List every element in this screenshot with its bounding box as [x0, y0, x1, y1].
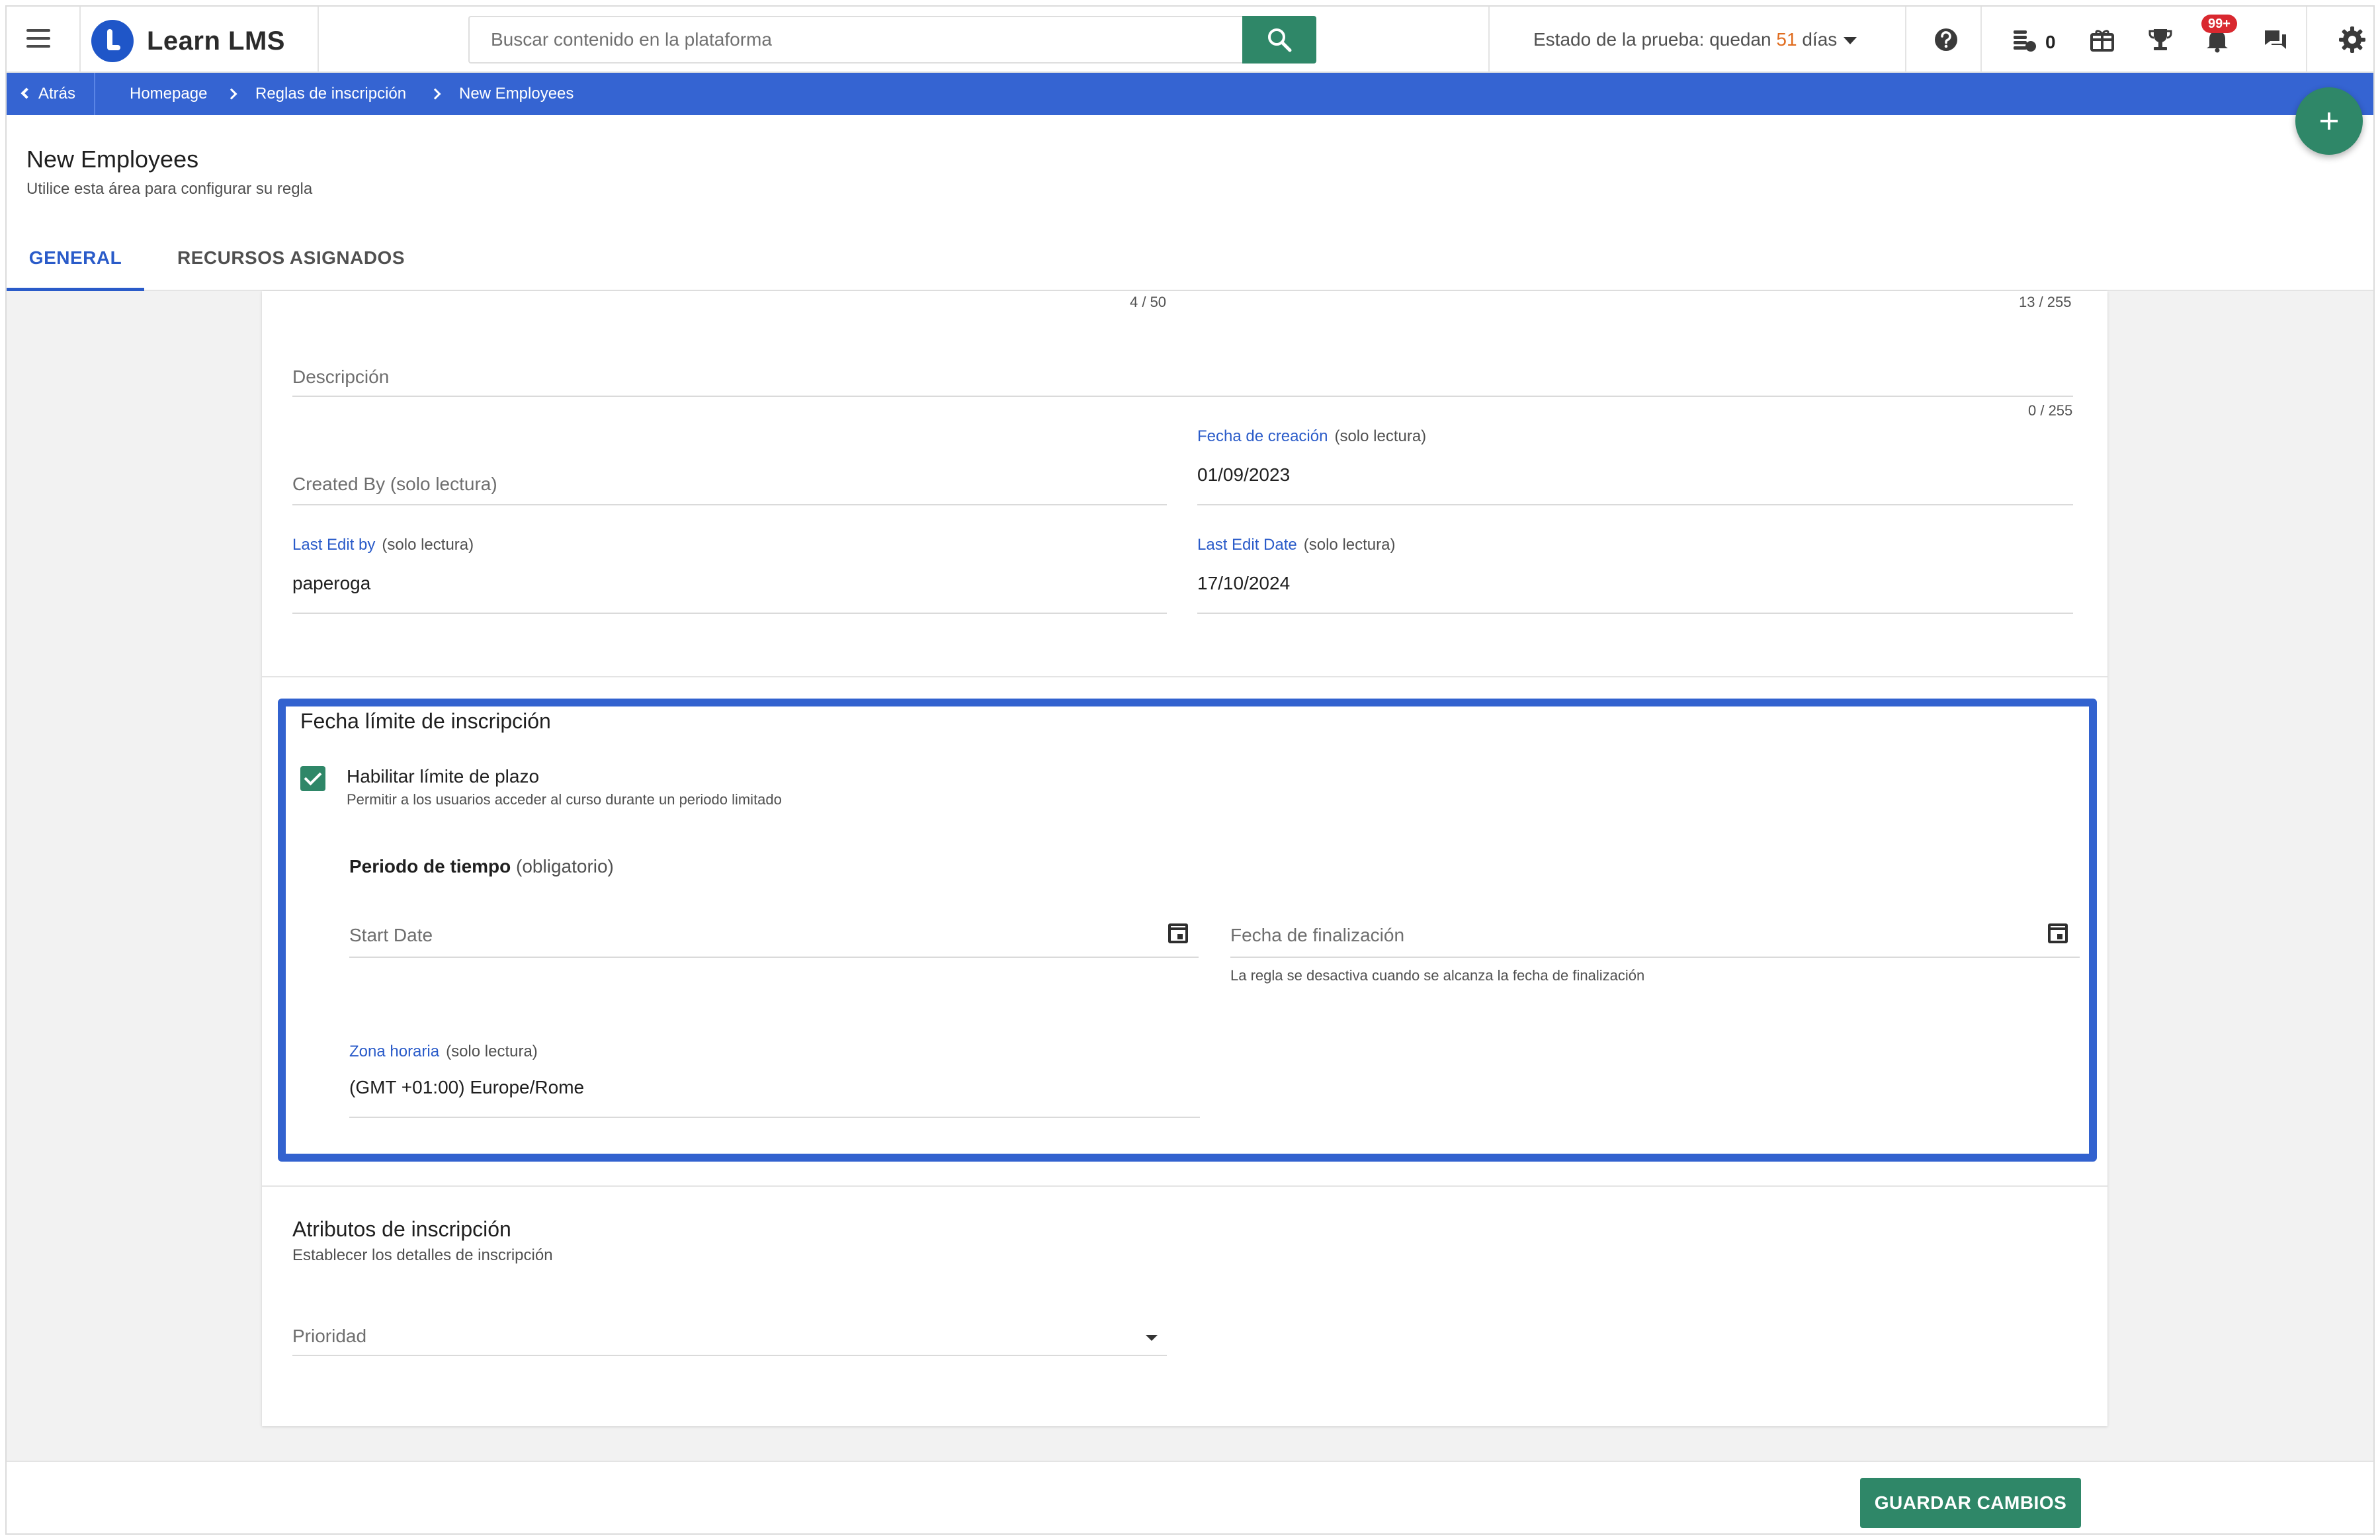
coins-icon[interactable] — [2010, 24, 2041, 56]
footer-bar: GUARDAR CAMBIOS — [7, 1461, 2373, 1533]
timezone-value: (GMT +01:00) Europe/Rome — [349, 1077, 585, 1097]
last-edit-date-label: Last Edit Date (solo lectura) — [1197, 536, 1395, 554]
enable-deadline-checkbox[interactable] — [300, 766, 325, 791]
timezone-label: Zona horaria (solo lectura) — [349, 1043, 538, 1061]
chevron-right-icon — [226, 88, 237, 100]
rule-form-card: 4 / 50 13 / 255 Descripción 0 / 255 Crea… — [262, 291, 2107, 1426]
logo-mark-icon — [91, 20, 134, 62]
start-date-placeholder: Start Date — [349, 925, 433, 945]
notifications-badge: 99+ — [2201, 15, 2237, 33]
gear-icon[interactable] — [2336, 24, 2368, 56]
created-by-field: Created By (solo lectura) — [292, 443, 1167, 505]
required-note: (obligatorio) — [516, 856, 614, 877]
search-icon — [1268, 28, 1292, 52]
enrollment-deadline-section: Fecha límite de inscripción Habilitar lí… — [278, 699, 2097, 1162]
last-edit-by-label: Last Edit by (solo lectura) — [292, 536, 474, 554]
creation-date-field: Fecha de creación (solo lectura) 01/09/20… — [1197, 423, 2073, 505]
caret-down-icon — [1844, 37, 1857, 45]
coins-count: 0 — [2045, 32, 2056, 52]
read-only-note: (solo lectura) — [446, 1043, 538, 1060]
page-header: New Employees Utilice esta área para con… — [7, 115, 2373, 291]
read-only-note: (solo lectura) — [382, 536, 474, 554]
logo[interactable]: Learn LMS — [79, 7, 319, 73]
end-date-hint: La regla se desactiva cuando se alcanza … — [1230, 967, 1645, 984]
app-window: Learn LMS Buscar contenido en la platafo… — [5, 5, 2375, 1535]
last-edit-by-value: paperoga — [292, 573, 371, 593]
attributes-subtitle: Establecer los detalles de inscripción — [292, 1246, 553, 1264]
trial-status-suffix: días — [1797, 29, 1838, 50]
priority-placeholder: Prioridad — [292, 1326, 367, 1346]
creation-date-value: 01/09/2023 — [1197, 464, 1291, 485]
chevron-left-icon — [21, 87, 32, 99]
breadcrumb: Atrás Homepage Reglas de inscripción New… — [7, 73, 2373, 115]
section-title: Fecha límite de inscripción — [300, 709, 551, 733]
breadcrumb-item-homepage[interactable]: Homepage — [130, 73, 207, 115]
description-counter: 0 / 255 — [2028, 402, 2073, 419]
read-only-note: (solo lectura) — [390, 474, 497, 494]
chat-icon[interactable] — [2260, 24, 2291, 56]
tab-assigned-resources[interactable]: RECURSOS ASIGNADOS — [177, 247, 405, 291]
trial-days-count: 51 — [1776, 29, 1797, 50]
gift-icon[interactable] — [2086, 24, 2118, 56]
start-date-field[interactable]: Start Date — [349, 921, 1199, 958]
end-date-field[interactable]: Fecha de finalización — [1230, 921, 2080, 958]
search-button[interactable] — [1242, 16, 1316, 64]
tab-general[interactable]: GENERAL — [7, 247, 144, 291]
calendar-icon[interactable] — [1168, 923, 1188, 943]
divider — [262, 676, 2107, 677]
chevron-right-icon — [429, 88, 441, 100]
name-counter: 4 / 50 — [1130, 294, 1167, 310]
menu-icon[interactable] — [26, 29, 50, 48]
code-counter: 13 / 255 — [2019, 294, 2072, 310]
caret-down-icon — [1146, 1335, 1158, 1341]
help-icon[interactable] — [1930, 24, 1962, 56]
divider — [1980, 7, 1982, 73]
add-button[interactable] — [2295, 87, 2363, 155]
creation-date-label-text: Fecha de creación — [1197, 427, 1328, 445]
timezone-field: Zona horaria (solo lectura) (GMT +01:00) … — [349, 1040, 1200, 1118]
trophy-icon[interactable] — [2145, 24, 2176, 56]
last-edit-date-value: 17/10/2024 — [1197, 573, 1291, 593]
back-button[interactable]: Atrás — [21, 73, 96, 115]
last-edit-date-field: Last Edit Date (solo lectura) 17/10/2024 — [1197, 532, 2073, 614]
period-label-text: Periodo de tiempo — [349, 856, 511, 877]
breadcrumb-item-rules[interactable]: Reglas de inscripción — [255, 73, 406, 115]
created-by-placeholder-text: Created By — [292, 474, 386, 494]
top-bar: Learn LMS Buscar contenido en la platafo… — [7, 7, 2373, 73]
period-label: Periodo de tiempo (obligatorio) — [349, 856, 614, 877]
attributes-title: Atributos de inscripción — [292, 1217, 511, 1241]
trial-status-dropdown[interactable]: Estado de la prueba: quedan 51 días — [1488, 7, 1906, 73]
calendar-icon[interactable] — [2048, 923, 2068, 943]
description-field[interactable]: Descripción — [292, 331, 2073, 397]
created-by-placeholder: Created By (solo lectura) — [292, 474, 497, 495]
checkbox-hint: Permitir a los usuarios acceder al curso… — [347, 791, 782, 808]
search-input[interactable]: Buscar contenido en la plataforma — [468, 16, 1248, 64]
divider — [2306, 7, 2307, 73]
checkbox-label: Habilitar límite de plazo — [347, 766, 540, 787]
priority-select[interactable]: Prioridad — [292, 1283, 1167, 1356]
back-label: Atrás — [38, 85, 76, 103]
trial-status-prefix: Estado de la prueba: quedan — [1533, 29, 1777, 50]
divider — [262, 1185, 2107, 1187]
last-edit-by-label-text: Last Edit by — [292, 536, 376, 554]
page-title: New Employees — [26, 146, 199, 173]
timezone-label-text: Zona horaria — [349, 1043, 440, 1060]
creation-date-label: Fecha de creación (solo lectura) — [1197, 427, 1426, 446]
end-date-placeholder: Fecha de finalización — [1230, 925, 1405, 945]
logo-text: Learn LMS — [147, 26, 285, 56]
page-subtitle: Utilice esta área para configurar su reg… — [26, 180, 313, 198]
last-edit-date-label-text: Last Edit Date — [1197, 536, 1297, 554]
description-placeholder: Descripción — [292, 366, 390, 387]
read-only-note: (solo lectura) — [1303, 536, 1396, 554]
read-only-note: (solo lectura) — [1334, 427, 1427, 445]
last-edit-by-field: Last Edit by (solo lectura) paperoga — [292, 532, 1167, 614]
breadcrumb-item-current: New Employees — [459, 85, 574, 103]
save-changes-button[interactable]: GUARDAR CAMBIOS — [1860, 1478, 2081, 1528]
